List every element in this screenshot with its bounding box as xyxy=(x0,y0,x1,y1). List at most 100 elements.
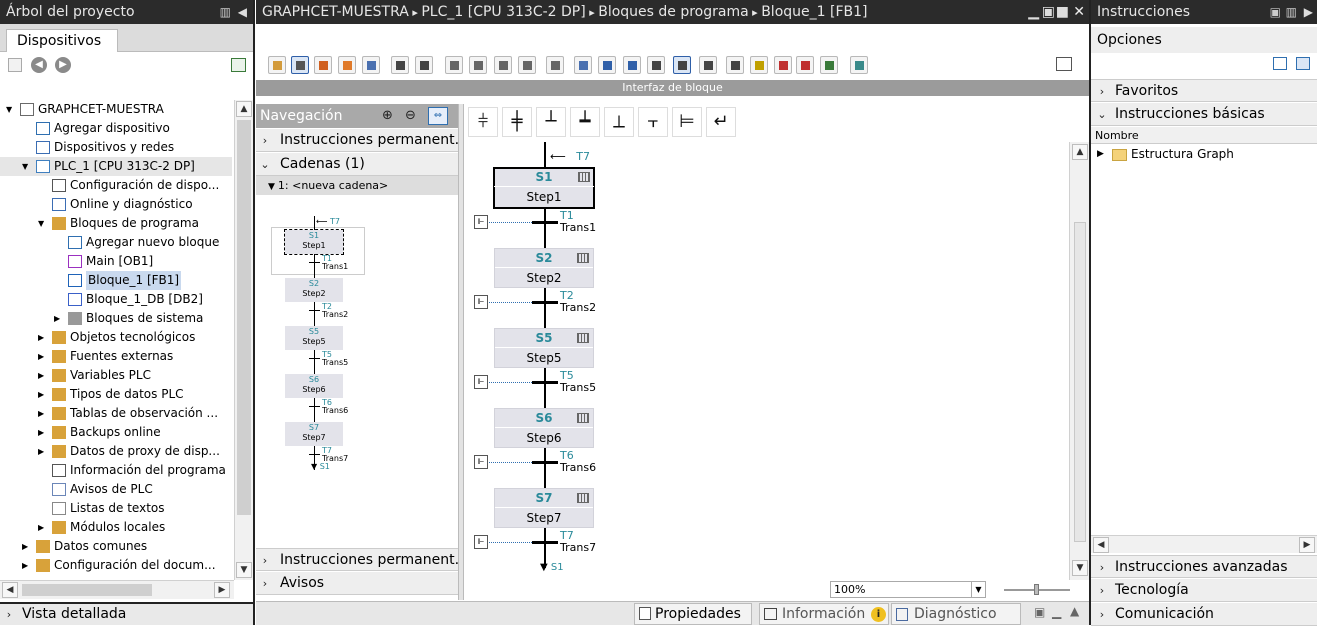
tree-item[interactable]: ▶Variables PLC xyxy=(0,366,232,385)
graph-structure-item[interactable]: ▶ Estructura Graph xyxy=(1091,145,1317,164)
monitor-on-icon[interactable] xyxy=(750,56,768,74)
open-alt-branch-icon[interactable]: ⫟ xyxy=(638,107,668,137)
tree-hscroll[interactable]: ◀ ▶ xyxy=(0,580,234,599)
tree-item[interactable]: Bloque_1_DB [DB2] xyxy=(0,290,232,309)
transition-condition-icon[interactable]: ⊩ xyxy=(474,455,488,469)
tree-item[interactable]: Configuración de dispo... xyxy=(0,176,232,195)
zoom-dropdown-icon[interactable]: ▼ xyxy=(971,582,985,597)
mail-icon[interactable] xyxy=(362,56,380,74)
inspector-expand-icon[interactable]: ▲ xyxy=(1070,604,1079,618)
insert-step-icon[interactable]: ┷ xyxy=(570,107,600,137)
expand-closed-icon[interactable]: ▶ xyxy=(38,347,48,366)
step-box[interactable]: S1Step1 xyxy=(494,168,594,208)
tree-item[interactable]: ▶Módulos locales xyxy=(0,518,232,537)
table-view-icon[interactable] xyxy=(231,58,246,72)
technology-header[interactable]: ›Tecnología xyxy=(1091,579,1317,602)
forward-icon[interactable]: ▶ xyxy=(55,57,71,73)
name-column-header[interactable]: Nombre xyxy=(1091,127,1317,144)
breakpoint-icon[interactable] xyxy=(796,56,814,74)
section-perm-top[interactable]: ›Instrucciones permanent... xyxy=(256,129,458,152)
breadcrumb-item[interactable]: Bloque_1 [FB1] xyxy=(761,4,867,20)
instructions-hscroll[interactable]: ◀ ▶ xyxy=(1091,535,1317,553)
tree-item[interactable]: Online y diagnóstico xyxy=(0,195,232,214)
return-icon[interactable]: ↵ xyxy=(706,107,736,137)
tree-vscroll[interactable]: ▲ ▼ xyxy=(234,100,253,580)
tree-item[interactable]: ▼Bloques de programa xyxy=(0,214,232,233)
advanced-instructions-header[interactable]: ›Instrucciones avanzadas xyxy=(1091,555,1317,578)
breadcrumb-item[interactable]: Bloques de programa xyxy=(598,4,748,20)
new-icon[interactable] xyxy=(8,58,22,72)
tree-item[interactable]: ▶Datos de proxy de disp... xyxy=(0,442,232,461)
compile-icon[interactable] xyxy=(726,56,744,74)
instr-scroll-left[interactable]: ◀ xyxy=(1093,537,1109,553)
chain-item[interactable]: ▼1: <nueva cadena> xyxy=(256,176,458,195)
comment-icon[interactable] xyxy=(647,56,665,74)
zoom-slider-thumb[interactable] xyxy=(1034,584,1039,595)
expand-closed-icon[interactable]: ▶ xyxy=(38,518,48,537)
hscroll-thumb[interactable] xyxy=(22,584,152,596)
mini-step[interactable]: S5Step5 xyxy=(285,326,343,350)
section-chains[interactable]: ⌄Cadenas (1) xyxy=(256,153,458,176)
transition-condition-icon[interactable]: ⊩ xyxy=(474,295,488,309)
step-box[interactable]: S7Step7 xyxy=(494,488,594,528)
step-actions-icon[interactable] xyxy=(577,413,589,423)
split-view-icon[interactable] xyxy=(1056,57,1072,71)
close-icon[interactable]: ✕ xyxy=(1073,0,1085,24)
detail-view-header[interactable]: ›Vista detallada xyxy=(0,602,253,625)
collapse-left-icon[interactable]: ◀ xyxy=(238,0,247,24)
minimize-icon[interactable]: ▁ xyxy=(1028,0,1039,24)
block-call-icon[interactable] xyxy=(338,56,356,74)
delete-step-icon[interactable] xyxy=(415,56,433,74)
close-branch-icon[interactable] xyxy=(518,56,536,74)
list-icon[interactable] xyxy=(574,56,592,74)
simulate-icon[interactable] xyxy=(850,56,868,74)
branch-icon[interactable] xyxy=(494,56,512,74)
transition-condition-icon[interactable]: ⊩ xyxy=(474,215,488,229)
expand-closed-icon[interactable]: ▶ xyxy=(38,423,48,442)
scroll-thumb[interactable] xyxy=(237,120,251,515)
graph-scroll-up[interactable]: ▲ xyxy=(1072,144,1088,160)
graph-scroll-thumb[interactable] xyxy=(1074,222,1086,542)
transition-bar[interactable] xyxy=(532,221,558,224)
delete-transition-icon[interactable] xyxy=(469,56,487,74)
step-box[interactable]: S6Step6 xyxy=(494,408,594,448)
transition-condition-icon[interactable]: ⊩ xyxy=(474,375,488,389)
inspector-restore-icon[interactable]: ▣ xyxy=(1034,605,1045,619)
download-icon[interactable] xyxy=(699,56,717,74)
tree-item[interactable]: Información del programa xyxy=(0,461,232,480)
inspector-minimize-icon[interactable]: ▁ xyxy=(1052,605,1061,619)
zoom-out-icon[interactable]: ⊖ xyxy=(405,108,416,123)
transition-bar[interactable] xyxy=(532,541,558,544)
scroll-right-arrow[interactable]: ▶ xyxy=(214,582,230,598)
tree-item[interactable]: Avisos de PLC xyxy=(0,480,232,499)
section-perm-bottom[interactable]: ›Instrucciones permanent... xyxy=(256,548,458,571)
back-icon[interactable]: ◀ xyxy=(31,57,47,73)
monitor-icon[interactable] xyxy=(546,56,564,74)
step-box[interactable]: S2Step2 xyxy=(494,248,594,288)
expand-closed-icon[interactable]: ▶ xyxy=(38,366,48,385)
jump-icon[interactable] xyxy=(673,56,691,74)
section-warnings[interactable]: ›Avisos xyxy=(256,572,458,595)
tree-item[interactable]: Main [OB1] xyxy=(0,252,232,271)
graph-canvas[interactable]: ⟵ T7S1Step1⊩T1Trans1S2Step2⊩T2Trans2S5St… xyxy=(464,142,1069,580)
expand-closed-icon[interactable]: ▶ xyxy=(54,309,64,328)
instr-scroll-right[interactable]: ▶ xyxy=(1299,537,1315,553)
step-actions-icon[interactable] xyxy=(577,493,589,503)
expand-open-icon[interactable]: ▼ xyxy=(38,214,48,233)
expand-closed-icon[interactable]: ▶ xyxy=(22,537,32,556)
expand-open-icon[interactable]: ▼ xyxy=(6,100,16,119)
tab-info[interactable]: Información i xyxy=(759,603,889,625)
insert-jump-icon[interactable]: ⟂ xyxy=(604,107,634,137)
expand-closed-icon[interactable]: ▶ xyxy=(38,385,48,404)
insert-transition-step-icon[interactable]: ╪ xyxy=(502,107,532,137)
tree-item[interactable]: Listas de textos xyxy=(0,499,232,518)
stop-icon[interactable] xyxy=(774,56,792,74)
restore-icon[interactable]: ▣ xyxy=(1042,0,1055,24)
tree-item[interactable]: ▶Objetos tecnológicos xyxy=(0,328,232,347)
tree-item[interactable]: ▶Fuentes externas xyxy=(0,347,232,366)
expand-open-icon[interactable]: ▼ xyxy=(22,157,32,176)
tree-item[interactable]: ▶Bloques de sistema xyxy=(0,309,232,328)
network-insert-icon[interactable] xyxy=(314,56,332,74)
breadcrumb-item[interactable]: GRAPHCET-MUESTRA xyxy=(262,4,409,20)
instructions-dock-icon[interactable]: ▥ xyxy=(1286,0,1297,24)
